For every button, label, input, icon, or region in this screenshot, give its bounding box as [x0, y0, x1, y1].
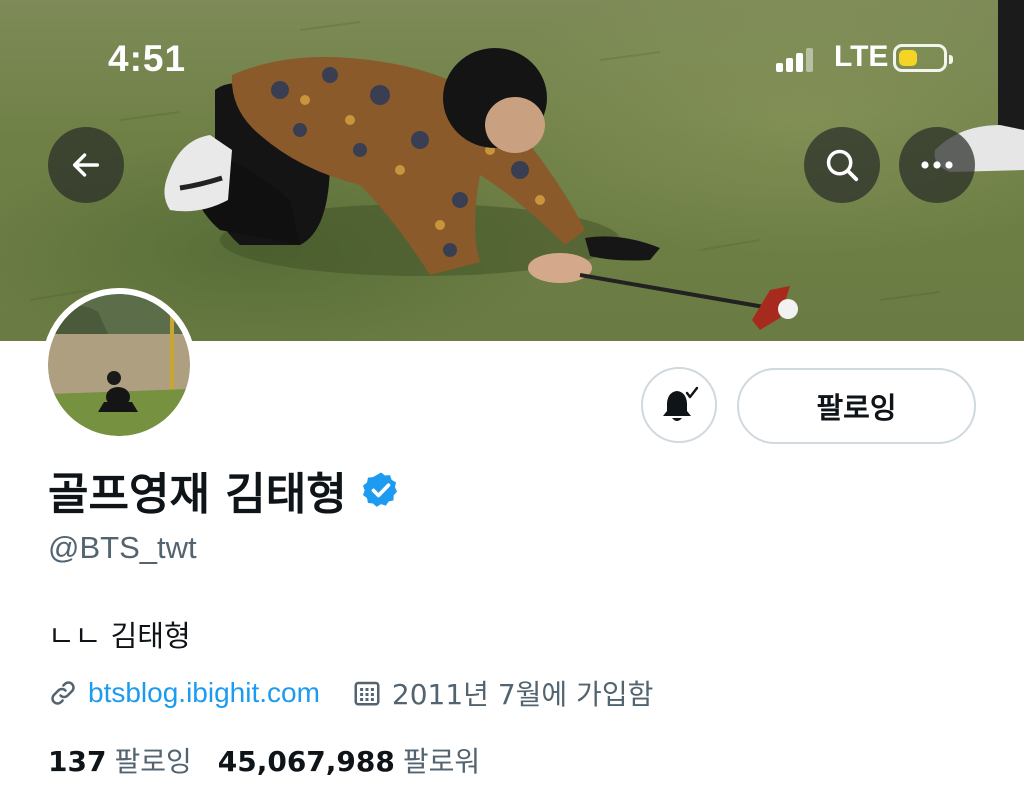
calendar-icon	[354, 681, 380, 706]
following-label: 팔로잉	[114, 745, 192, 778]
bell-check-icon	[663, 386, 699, 421]
display-name-text: 골프영재 김태형	[48, 469, 347, 520]
following-button[interactable]: 팔로잉	[737, 368, 976, 444]
following-count: 137	[48, 745, 107, 778]
avatar-photo	[48, 294, 190, 436]
following-stat[interactable]: 137 팔로잉	[48, 740, 192, 780]
profile-meta: btsblog.ibighit.com 2011년 7월에 가입함	[48, 673, 653, 713]
back-button[interactable]	[48, 127, 124, 203]
cellular-signal-icon	[776, 48, 816, 72]
battery-icon	[893, 44, 953, 72]
followers-label: 팔로워	[402, 745, 481, 778]
notifications-button[interactable]	[641, 367, 717, 443]
arrow-left-icon	[72, 153, 100, 177]
followers-count: 45,067,988	[217, 745, 395, 778]
profile-bio: ㄴㄴ 김태형	[48, 619, 191, 653]
more-button[interactable]	[899, 127, 975, 203]
avatar[interactable]	[42, 288, 196, 442]
search-icon	[826, 149, 859, 182]
display-name: 골프영재 김태형	[48, 458, 401, 522]
network-type: LTE	[834, 40, 889, 73]
profile-banner[interactable]: 4:51 LTE	[0, 0, 1024, 341]
battery-level	[899, 50, 917, 66]
link-icon	[51, 681, 75, 705]
status-time: 4:51	[108, 38, 187, 79]
verified-badge-icon	[362, 472, 397, 507]
joined-date: 2011년 7월에 가입함	[391, 678, 654, 711]
followers-stat[interactable]: 45,067,988 팔로워	[218, 740, 480, 780]
profile-link[interactable]: btsblog.ibighit.com	[88, 677, 320, 709]
search-button[interactable]	[804, 127, 880, 203]
profile-stats: 137 팔로잉 45,067,988 팔로워	[48, 740, 480, 780]
profile-handle: @BTS_twt	[48, 530, 197, 565]
more-horizontal-icon	[921, 161, 953, 169]
